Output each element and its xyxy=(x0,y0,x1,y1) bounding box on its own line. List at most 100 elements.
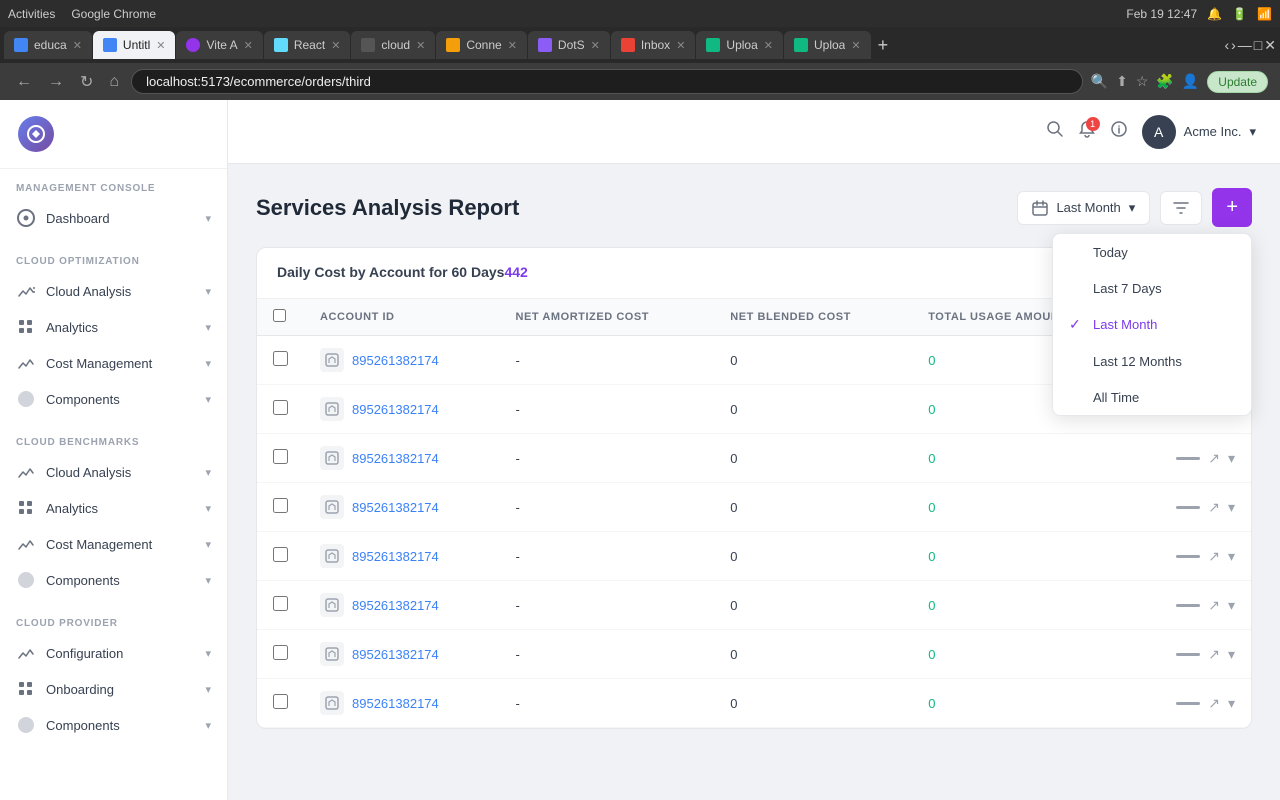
account-id-value[interactable]: 895261382174 xyxy=(352,598,439,613)
tab-close-icon[interactable]: ✕ xyxy=(851,39,860,52)
sidebar-item-components-bench[interactable]: Components ▾ xyxy=(0,562,227,598)
sidebar-item-analytics-opt[interactable]: Analytics ▾ xyxy=(0,309,227,345)
sidebar-item-components-opt[interactable]: Components ▾ xyxy=(0,381,227,417)
share-icon[interactable]: ⬆ xyxy=(1116,73,1128,90)
account-menu-button[interactable]: A Acme Inc. ▾ xyxy=(1142,115,1256,149)
row-checkbox[interactable] xyxy=(273,596,288,611)
tab-educa[interactable]: educa ✕ xyxy=(4,31,92,59)
minimize-button[interactable]: — xyxy=(1238,37,1252,54)
row-checkbox[interactable] xyxy=(273,694,288,709)
back-button[interactable]: ← xyxy=(12,71,36,93)
account-id-value[interactable]: 895261382174 xyxy=(352,696,439,711)
reload-button[interactable]: ↻ xyxy=(76,70,97,94)
account-id-value[interactable]: 895261382174 xyxy=(352,402,439,417)
sidebar-item-cost-management-opt[interactable]: Cost Management ▾ xyxy=(0,345,227,381)
sidebar-item-components-provider[interactable]: Components ▾ xyxy=(0,707,227,743)
table-row: 895261382174 - 0 0 ↗ ▾ xyxy=(257,679,1251,728)
row-checkbox[interactable] xyxy=(273,547,288,562)
tab-close-icon[interactable]: ✕ xyxy=(156,39,165,52)
share-row-button[interactable]: ↗ xyxy=(1208,450,1220,467)
row-checkbox-cell xyxy=(257,532,304,581)
tab-scroll-left[interactable]: ‹ xyxy=(1224,37,1229,54)
account-id-value[interactable]: 895261382174 xyxy=(352,353,439,368)
filter-button[interactable] xyxy=(1160,191,1202,225)
date-option-today[interactable]: Today xyxy=(1053,234,1251,270)
account-icon xyxy=(320,593,344,617)
home-button[interactable]: ⌂ xyxy=(105,71,123,93)
address-input[interactable] xyxy=(131,69,1083,94)
activities-label[interactable]: Activities xyxy=(8,7,55,21)
tab-close-icon[interactable]: ✕ xyxy=(508,39,517,52)
share-row-button[interactable]: ↗ xyxy=(1208,646,1220,663)
tab-close-icon[interactable]: ✕ xyxy=(416,39,425,52)
profile-icon[interactable]: 👤 xyxy=(1182,73,1199,90)
share-row-button[interactable]: ↗ xyxy=(1208,695,1220,712)
browser-name-label[interactable]: Google Chrome xyxy=(71,7,156,21)
sidebar-item-cloud-analysis-bench[interactable]: Cloud Analysis ▾ xyxy=(0,454,227,490)
info-button[interactable] xyxy=(1110,120,1128,143)
chevron-down-icon: ▾ xyxy=(205,538,211,551)
new-tab-button[interactable]: + xyxy=(872,35,895,56)
tab-close-icon[interactable]: ✕ xyxy=(764,39,773,52)
bookmark-icon[interactable]: ☆ xyxy=(1136,73,1149,90)
date-filter-button[interactable]: Last Month ▾ xyxy=(1017,191,1150,225)
row-checkbox[interactable] xyxy=(273,351,288,366)
add-button[interactable]: + xyxy=(1212,188,1252,227)
sidebar-item-configuration[interactable]: Configuration ▾ xyxy=(0,635,227,671)
account-id-value[interactable]: 895261382174 xyxy=(352,647,439,662)
date-option-last-month[interactable]: ✓ Last Month xyxy=(1053,306,1251,343)
row-checkbox[interactable] xyxy=(273,498,288,513)
expand-row-button[interactable]: ▾ xyxy=(1228,548,1235,565)
tab-conne[interactable]: Conne ✕ xyxy=(436,31,527,59)
share-row-button[interactable]: ↗ xyxy=(1208,499,1220,516)
sidebar-item-dashboard[interactable]: Dashboard ▾ xyxy=(0,200,227,236)
date-option-all-time[interactable]: All Time xyxy=(1053,379,1251,415)
sidebar-item-cloud-analysis-opt[interactable]: Cloud Analysis ▾ xyxy=(0,273,227,309)
chevron-down-icon: ▾ xyxy=(205,212,211,225)
expand-row-button[interactable]: ▾ xyxy=(1228,450,1235,467)
notifications-button[interactable]: 1 xyxy=(1078,120,1096,143)
tab-react[interactable]: React ✕ xyxy=(264,31,351,59)
share-row-button[interactable]: ↗ xyxy=(1208,548,1220,565)
row-checkbox-cell xyxy=(257,385,304,434)
expand-row-button[interactable]: ▾ xyxy=(1228,499,1235,516)
tab-dots[interactable]: DotS ✕ xyxy=(528,31,610,59)
tab-close-icon[interactable]: ✕ xyxy=(244,39,253,52)
close-window-button[interactable]: ✕ xyxy=(1264,37,1276,54)
sidebar-item-onboarding[interactable]: Onboarding ▾ xyxy=(0,671,227,707)
tab-untitl[interactable]: Untitl ✕ xyxy=(93,31,176,59)
expand-row-button[interactable]: ▾ xyxy=(1228,597,1235,614)
sidebar-item-analytics-bench[interactable]: Analytics ▾ xyxy=(0,490,227,526)
account-id-value[interactable]: 895261382174 xyxy=(352,451,439,466)
search-icon[interactable]: 🔍 xyxy=(1091,73,1108,90)
account-id-value[interactable]: 895261382174 xyxy=(352,500,439,515)
search-button[interactable] xyxy=(1046,120,1064,143)
tab-cloud[interactable]: cloud ✕ xyxy=(351,31,435,59)
share-row-button[interactable]: ↗ xyxy=(1208,597,1220,614)
row-checkbox[interactable] xyxy=(273,449,288,464)
row-checkbox[interactable] xyxy=(273,400,288,415)
section-management-console: MANAGEMENT CONSOLE Dashboard ▾ xyxy=(0,169,227,242)
sidebar-item-cost-management-bench[interactable]: Cost Management ▾ xyxy=(0,526,227,562)
tab-scroll-right[interactable]: › xyxy=(1231,37,1236,54)
date-option-last7[interactable]: Last 7 Days xyxy=(1053,270,1251,306)
tab-close-icon[interactable]: ✕ xyxy=(591,39,600,52)
expand-row-button[interactable]: ▾ xyxy=(1228,695,1235,712)
tab-close-icon[interactable]: ✕ xyxy=(676,39,685,52)
tab-uploa2[interactable]: Uploa ✕ xyxy=(784,31,871,59)
update-button[interactable]: Update xyxy=(1207,71,1268,93)
expand-row-button[interactable]: ▾ xyxy=(1228,646,1235,663)
maximize-button[interactable]: □ xyxy=(1254,37,1262,54)
date-option-last12[interactable]: Last 12 Months xyxy=(1053,343,1251,379)
select-all-checkbox[interactable] xyxy=(273,309,286,322)
account-id-value[interactable]: 895261382174 xyxy=(352,549,439,564)
tab-inbox[interactable]: Inbox ✕ xyxy=(611,31,696,59)
tab-uploa1[interactable]: Uploa ✕ xyxy=(696,31,783,59)
tab-close-icon[interactable]: ✕ xyxy=(331,39,340,52)
extensions-icon[interactable]: 🧩 xyxy=(1156,73,1173,90)
tab-close-icon[interactable]: ✕ xyxy=(73,39,82,52)
tab-vitea[interactable]: Vite A ✕ xyxy=(176,31,262,59)
row-checkbox[interactable] xyxy=(273,645,288,660)
forward-button[interactable]: → xyxy=(44,71,68,93)
row-actions-cell: ↗ ▾ xyxy=(1133,532,1251,581)
